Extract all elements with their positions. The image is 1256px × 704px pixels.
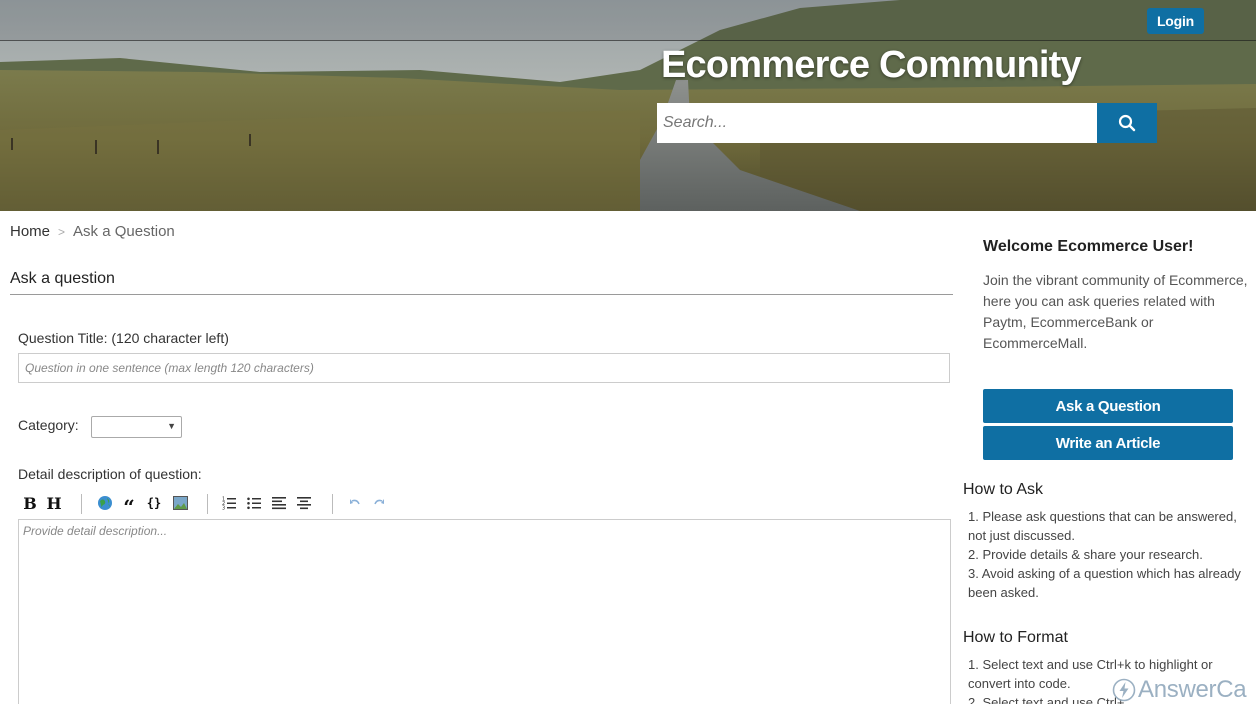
link-button[interactable] [96,492,114,514]
category-select[interactable]: ▼ [91,416,182,438]
how-to-ask-heading: How to Ask [963,481,1044,498]
brand-text: AnswerCa [1138,676,1247,703]
breadcrumb: Home > Ask a Question [10,223,175,240]
page-title: Ask a question [10,270,115,287]
toolbar-divider [207,494,208,514]
ordered-list-icon: 1 2 3 [222,497,236,511]
write-article-button[interactable]: Write an Article [983,426,1233,460]
description-label: Detail description of question: [18,466,202,482]
toolbar-divider [332,494,333,514]
center-button[interactable] [296,492,312,514]
how-to-ask-list: 1. Please ask questions that can be answ… [968,507,1256,602]
image-icon [172,496,188,510]
ordered-list-button[interactable]: 1 2 3 [221,492,237,514]
breadcrumb-home-link[interactable]: Home [10,223,50,240]
toolbar-divider [81,494,82,514]
list-item: 1. Please ask questions that can be answ… [968,509,1237,543]
how-to-format-heading: How to Format [963,629,1068,646]
undo-button[interactable] [347,492,363,514]
ask-question-button[interactable]: Ask a Question [983,389,1233,423]
quote-button[interactable]: “ [121,492,137,519]
search-icon [1118,114,1136,132]
lightning-bolt-icon [1112,678,1136,702]
question-title-input[interactable] [18,353,950,383]
welcome-title: Welcome Ecommerce User! [983,238,1194,255]
list-item: 2. Provide details & share your research… [968,547,1203,562]
link-globe-icon [98,496,112,510]
image-button[interactable] [171,492,189,514]
breadcrumb-separator: > [58,224,66,239]
bold-button[interactable]: B [22,492,38,514]
search-button[interactable] [1097,103,1157,143]
breadcrumb-current: Ask a Question [73,223,175,240]
brand-watermark: AnswerCa [1112,675,1247,704]
unordered-list-icon [247,497,261,510]
redo-icon [374,499,384,505]
undo-icon [350,499,360,505]
question-title-label: Question Title: (120 character left) [18,330,229,346]
description-textarea[interactable] [18,519,951,704]
top-bar [0,0,1256,41]
align-left-icon [272,497,286,510]
align-button[interactable] [271,492,287,514]
category-label: Category: [18,417,79,433]
unordered-list-button[interactable] [246,492,262,514]
welcome-text: Join the vibrant community of Ecommerce,… [983,272,1248,351]
section-divider [10,294,953,295]
svg-text:3: 3 [222,506,225,511]
login-button[interactable]: Login [1147,8,1204,34]
editor-toolbar: B H “ {} 1 2 3 [18,492,418,519]
code-button[interactable]: {} [145,492,163,514]
search-input[interactable] [657,103,1097,143]
align-center-icon [297,497,311,510]
dropdown-arrow-icon: ▼ [167,421,176,431]
list-item: 3. Avoid asking of a question which has … [968,566,1241,600]
heading-button[interactable]: H [46,492,62,514]
hero-banner: Login Ecommerce Community [0,0,1256,211]
site-title: Ecommerce Community [661,44,1082,86]
redo-button[interactable] [371,492,387,514]
